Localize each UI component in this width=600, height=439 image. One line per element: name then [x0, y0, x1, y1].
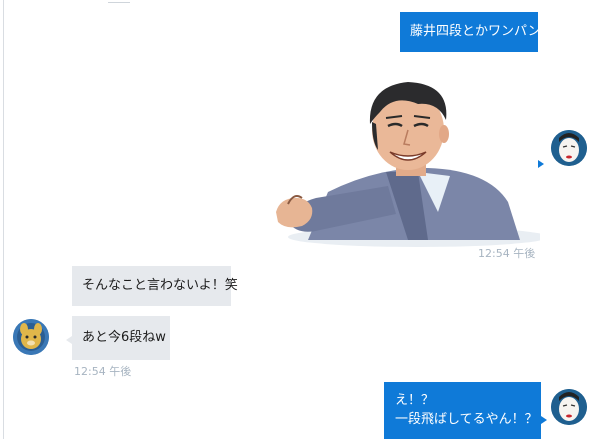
chat-left-border — [3, 0, 4, 439]
message-bubble-outgoing[interactable]: 藤井四段とかワンパン — [400, 12, 541, 52]
cartoon-animal-icon — [13, 319, 49, 355]
bubble-pointer — [541, 416, 547, 424]
message-text-line: 一段飛ばしてるやん！？ — [395, 412, 538, 427]
message-text: 藤井四段とかワンパン — [410, 24, 541, 39]
message-bubble-outgoing[interactable]: え！？ 一段飛ばしてるやん！？ — [384, 382, 541, 439]
sticker-image[interactable] — [268, 72, 548, 248]
message-text-line: え！？ — [395, 393, 435, 408]
sticker-illustration — [276, 82, 548, 247]
bubble-pointer — [538, 160, 544, 168]
previous-message-stub — [108, 0, 130, 3]
self-avatar[interactable] — [551, 389, 587, 425]
message-text: そんなこと言わないよ！笑 — [82, 278, 238, 293]
message-bubble-incoming[interactable]: あと今6段ねw — [72, 316, 170, 360]
kabuki-face-icon — [551, 389, 587, 425]
self-avatar[interactable] — [551, 130, 587, 166]
message-timestamp: 12:54 午後 — [478, 247, 536, 260]
message-bubble-incoming[interactable]: そんなこと言わないよ！笑 — [72, 266, 238, 306]
message-text: あと今6段ねw — [82, 330, 166, 345]
message-timestamp: 12:54 午後 — [74, 365, 132, 378]
kabuki-face-icon — [551, 130, 587, 166]
contact-avatar[interactable] — [13, 319, 49, 355]
